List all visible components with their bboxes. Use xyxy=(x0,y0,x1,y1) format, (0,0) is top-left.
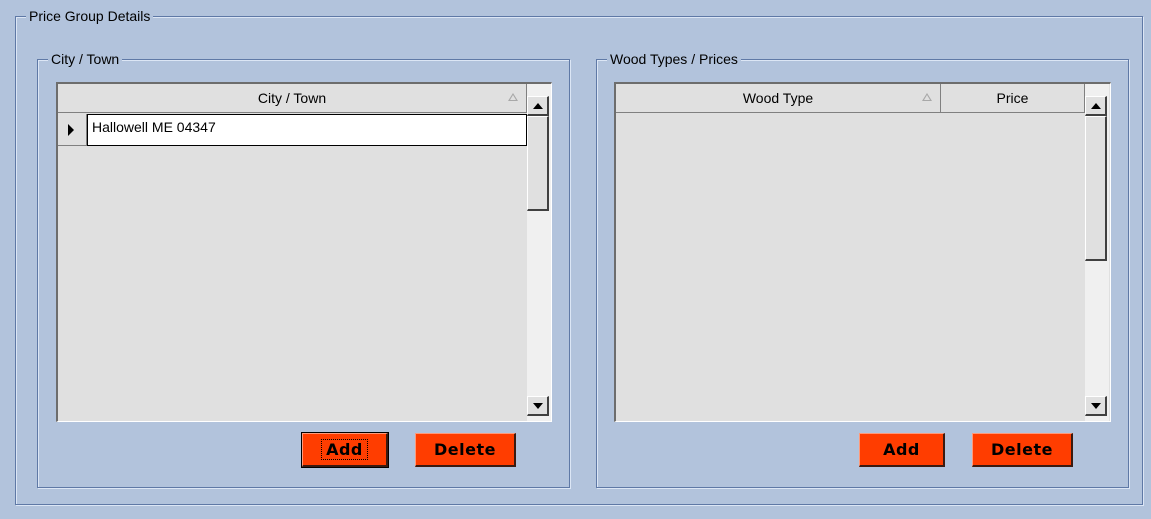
add-wood-type-button[interactable]: Add xyxy=(859,433,945,467)
scroll-down-arrow-icon xyxy=(533,403,543,409)
scroll-down-button[interactable] xyxy=(1085,396,1107,416)
scroll-down-arrow-icon xyxy=(1091,403,1101,409)
wood-type-column-label: Wood Type xyxy=(742,90,814,106)
sort-ascending-icon xyxy=(508,93,518,101)
scroll-up-button[interactable] xyxy=(527,96,549,116)
sort-ascending-icon xyxy=(922,93,932,101)
city-town-column-header[interactable]: City / Town xyxy=(58,84,527,113)
city-town-grid[interactable]: City / Town Hallowell ME 04347 xyxy=(56,82,552,422)
price-column-label: Price xyxy=(996,90,1029,106)
scroll-up-arrow-icon xyxy=(533,103,543,109)
wood-types-prices-legend: Wood Types / Prices xyxy=(607,51,741,67)
price-group-details-legend: Price Group Details xyxy=(26,8,154,24)
current-row-arrow-icon xyxy=(68,124,74,136)
scroll-up-button[interactable] xyxy=(1085,96,1107,116)
scrollbar-thumb[interactable] xyxy=(1085,116,1107,261)
city-town-cell[interactable]: Hallowell ME 04347 xyxy=(87,114,527,146)
delete-city-button-label: Delete xyxy=(434,440,496,459)
wood-types-grid[interactable]: Wood Type Price xyxy=(614,82,1111,422)
city-town-vertical-scrollbar[interactable] xyxy=(527,84,551,421)
add-city-button-label: Add xyxy=(321,439,368,460)
scrollbar-thumb[interactable] xyxy=(527,116,549,211)
row-indicator xyxy=(58,114,87,146)
delete-city-button[interactable]: Delete xyxy=(415,433,516,467)
table-row[interactable]: Hallowell ME 04347 xyxy=(58,114,527,146)
delete-wood-type-button-label: Delete xyxy=(991,440,1053,459)
wood-type-column-header[interactable]: Wood Type xyxy=(616,84,941,113)
price-column-header[interactable]: Price xyxy=(941,84,1085,113)
add-wood-type-button-label: Add xyxy=(883,440,920,459)
delete-wood-type-button[interactable]: Delete xyxy=(972,433,1073,467)
scroll-up-arrow-icon xyxy=(1091,103,1101,109)
city-town-legend: City / Town xyxy=(48,51,123,67)
wood-types-vertical-scrollbar[interactable] xyxy=(1085,84,1109,421)
city-town-column-label: City / Town xyxy=(257,90,327,106)
scroll-down-button[interactable] xyxy=(527,396,549,416)
add-city-button[interactable]: Add xyxy=(301,432,389,468)
